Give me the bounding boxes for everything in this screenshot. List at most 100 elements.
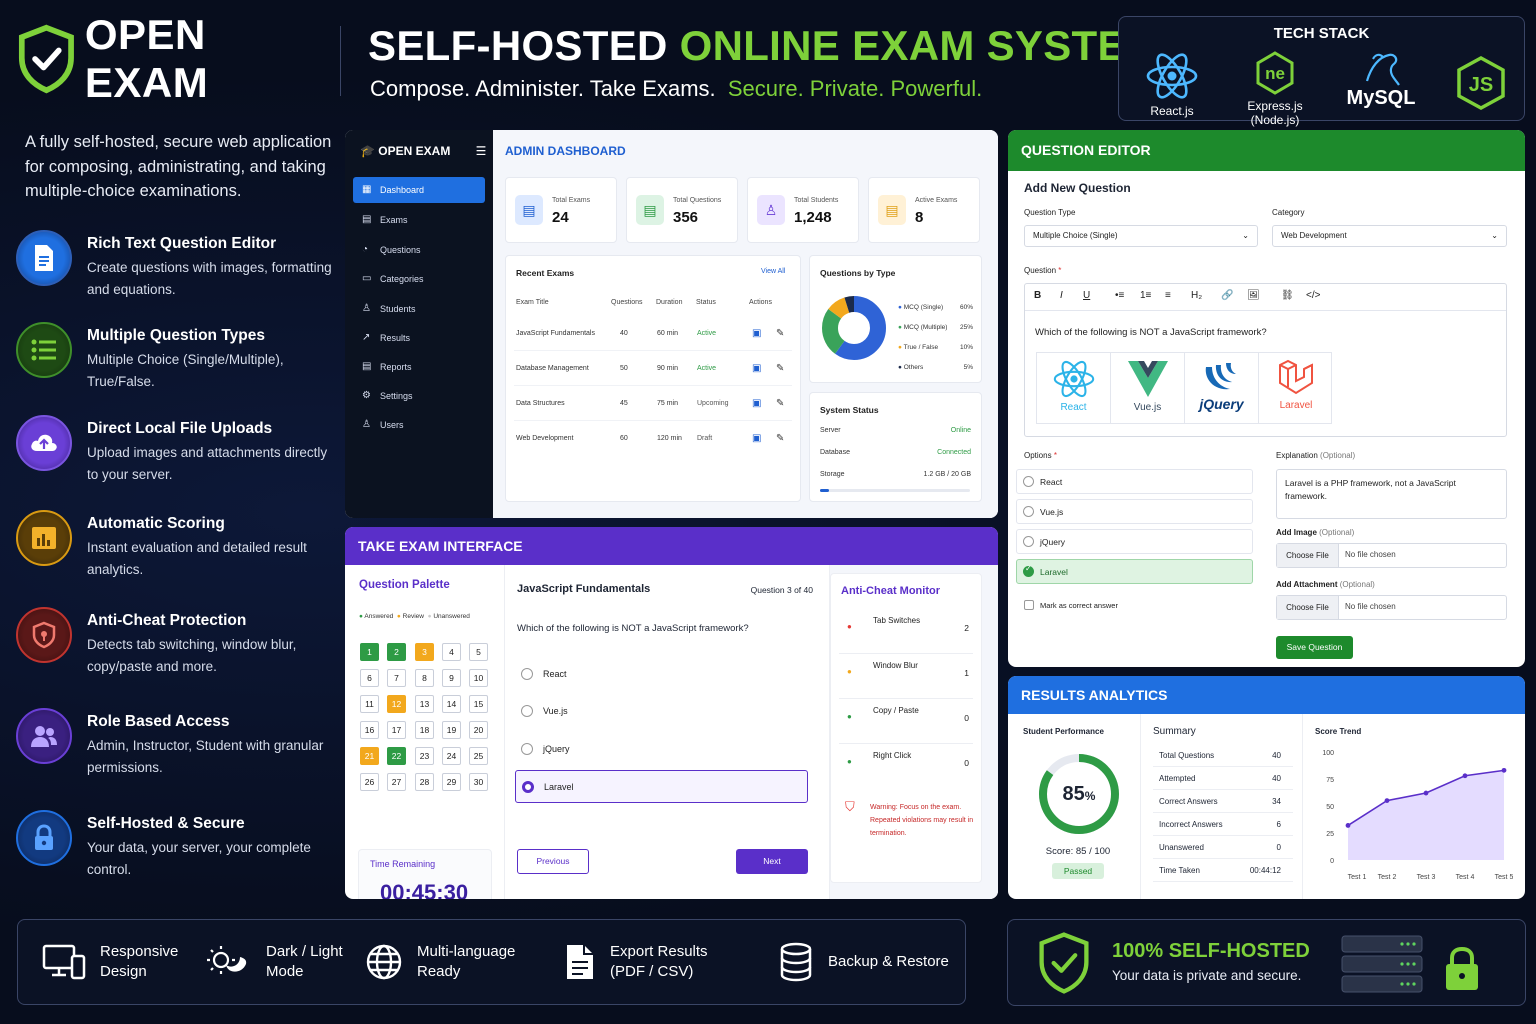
exam-option[interactable]: React <box>515 658 808 691</box>
sidebar-item-exams[interactable]: ▤ Exams <box>353 207 485 233</box>
option-row[interactable]: Vue.js <box>1016 499 1253 524</box>
previous-button[interactable]: Previous <box>517 849 589 874</box>
radio-icon[interactable] <box>1023 476 1034 487</box>
explanation-textarea[interactable]: Laravel is a PHP framework, not a JavaSc… <box>1276 469 1507 519</box>
legend-value: 25% <box>959 324 973 331</box>
palette-question-button[interactable]: 15 <box>469 695 488 713</box>
palette-question-button[interactable]: 2 <box>387 643 406 661</box>
palette-question-button[interactable]: 23 <box>415 747 434 765</box>
toolbar-button[interactable]: ⛓ <box>1281 290 1294 301</box>
admin-sidebar: 🎓 OPEN EXAM ☰ ▦ Dashboard ▤ Exams ◔ Questio… <box>345 130 493 518</box>
toolbar-button[interactable]: 1≡ <box>1140 290 1151 301</box>
edit-icon[interactable]: ✎ <box>776 328 784 339</box>
exam-option[interactable]: Vue.js <box>515 695 808 728</box>
admin-dashboard-panel: 🎓 OPEN EXAM ☰ ▦ Dashboard ▤ Exams ◔ Questio… <box>345 130 998 518</box>
view-icon[interactable]: ▣ <box>752 328 761 339</box>
toolbar-button[interactable]: B <box>1034 290 1041 301</box>
palette-question-button[interactable]: 5 <box>469 643 488 661</box>
exam-option[interactable]: Laravel <box>515 770 808 803</box>
toolbar-button[interactable]: </> <box>1306 290 1320 301</box>
toolbar-button[interactable]: ≡ <box>1165 290 1171 301</box>
option-row[interactable]: ✓ Laravel <box>1016 559 1253 584</box>
palette-question-button[interactable]: 30 <box>469 773 488 791</box>
palette-question-button[interactable]: 12 <box>387 695 406 713</box>
palette-question-button[interactable]: 22 <box>387 747 406 765</box>
sidebar-item-reports[interactable]: ▤ Reports <box>353 354 485 380</box>
vue-logo: Vue.js <box>1111 353 1185 423</box>
trend-point <box>1462 773 1468 779</box>
exam-status-badge: Active <box>697 330 717 337</box>
toolbar-button[interactable]: U <box>1083 290 1090 301</box>
option-row[interactable]: jQuery <box>1016 529 1253 554</box>
radio-icon[interactable] <box>1023 506 1034 517</box>
edit-icon[interactable]: ✎ <box>776 398 784 409</box>
choose-image-button[interactable]: Choose File <box>1277 544 1339 567</box>
radio-checked-icon[interactable]: ✓ <box>1023 564 1034 577</box>
toolbar-button[interactable]: 🔗 <box>1221 290 1233 301</box>
palette-question-button[interactable]: 3 <box>415 643 434 661</box>
mark-correct-checkbox[interactable] <box>1024 600 1034 610</box>
palette-question-button[interactable]: 7 <box>387 669 406 687</box>
hamburger-icon[interactable]: ☰ <box>476 144 487 158</box>
palette-question-button[interactable]: 21 <box>360 747 379 765</box>
edit-icon[interactable]: ✎ <box>776 363 784 374</box>
palette-question-button[interactable]: 1 <box>360 643 379 661</box>
exam-option[interactable]: jQuery <box>515 733 808 766</box>
exam-duration-cell: 75 min <box>657 400 679 407</box>
palette-question-button[interactable]: 13 <box>415 695 434 713</box>
palette-question-button[interactable]: 26 <box>360 773 379 791</box>
view-icon[interactable]: ▣ <box>752 398 761 409</box>
toolbar-button[interactable]: •≡ <box>1115 290 1124 301</box>
sidebar-item-categories[interactable]: ▭ Categories <box>353 266 485 292</box>
devices-icon <box>42 944 86 980</box>
palette-question-button[interactable]: 4 <box>442 643 461 661</box>
palette-question-button[interactable]: 27 <box>387 773 406 791</box>
toolbar-button[interactable]: H₂ <box>1191 290 1202 301</box>
palette-question-button[interactable]: 17 <box>387 721 406 739</box>
question-type-select[interactable]: Multiple Choice (Single) ⌄ <box>1024 225 1258 247</box>
palette-question-button[interactable]: 14 <box>442 695 461 713</box>
summary-label: Unanswered <box>1159 843 1204 852</box>
view-all-link[interactable]: View All <box>761 268 785 275</box>
sidebar-item-questions[interactable]: ◔ Questions <box>353 237 485 263</box>
sidebar-item-settings[interactable]: ⚙ Settings <box>353 383 485 409</box>
toolbar-button[interactable]: I <box>1060 290 1063 301</box>
radio-icon[interactable] <box>521 668 533 680</box>
radio-checked-icon[interactable] <box>522 781 534 793</box>
radio-icon[interactable] <box>521 705 533 717</box>
palette-question-button[interactable]: 24 <box>442 747 461 765</box>
take-exam-header: TAKE EXAM INTERFACE <box>345 527 998 565</box>
palette-question-button[interactable]: 29 <box>442 773 461 791</box>
exam-icon: ▤ <box>515 195 543 225</box>
palette-question-button[interactable]: 19 <box>442 721 461 739</box>
question-rich-text-editor[interactable]: B I U •≡ 1≡ ≡ H₂ 🔗 🖼 ⛓ </> Which of the following … <box>1024 283 1507 437</box>
storage-value: 1.2 GB / 20 GB <box>923 471 971 478</box>
palette-question-button[interactable]: 9 <box>442 669 461 687</box>
radio-icon[interactable] <box>1023 536 1034 547</box>
palette-question-button[interactable]: 10 <box>469 669 488 687</box>
option-row[interactable]: React <box>1016 469 1253 494</box>
palette-question-button[interactable]: 6 <box>360 669 379 687</box>
choose-attachment-button[interactable]: Choose File <box>1277 596 1339 619</box>
view-icon[interactable]: ▣ <box>752 363 761 374</box>
sidebar-item-results[interactable]: ↗ Results <box>353 325 485 351</box>
results-header: RESULTS ANALYTICS <box>1008 676 1525 714</box>
sidebar-item-users[interactable]: ♙ Users <box>353 412 485 438</box>
palette-question-button[interactable]: 18 <box>415 721 434 739</box>
toolbar-button[interactable]: 🖼 <box>1247 290 1260 301</box>
sidebar-item-students[interactable]: ♙ Students <box>353 296 485 322</box>
sidebar-item-dashboard[interactable]: ▦ Dashboard <box>353 177 485 203</box>
save-question-button[interactable]: Save Question <box>1276 636 1353 659</box>
edit-icon[interactable]: ✎ <box>776 433 784 444</box>
palette-question-button[interactable]: 20 <box>469 721 488 739</box>
view-icon[interactable]: ▣ <box>752 433 761 444</box>
palette-question-button[interactable]: 11 <box>360 695 379 713</box>
palette-question-button[interactable]: 8 <box>415 669 434 687</box>
next-button[interactable]: Next <box>736 849 808 874</box>
palette-question-button[interactable]: 25 <box>469 747 488 765</box>
radio-icon[interactable] <box>521 743 533 755</box>
palette-question-button[interactable]: 16 <box>360 721 379 739</box>
self-hosted-title: 100% SELF-HOSTED <box>1112 940 1310 962</box>
category-select[interactable]: Web Development ⌄ <box>1272 225 1507 247</box>
palette-question-button[interactable]: 28 <box>415 773 434 791</box>
